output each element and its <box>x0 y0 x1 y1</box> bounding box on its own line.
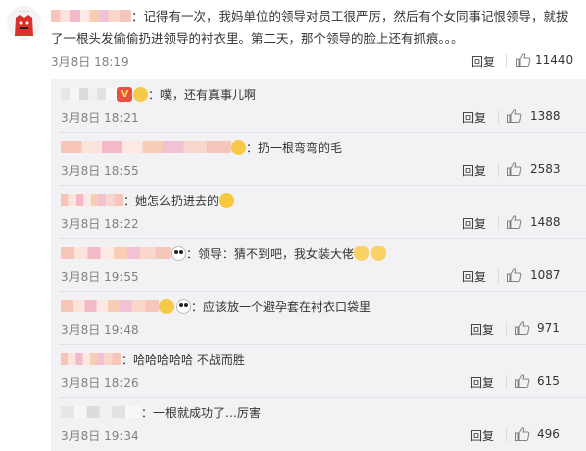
reply-button[interactable]: 回复 <box>462 109 486 126</box>
sub-comment-time: 3月8日 18:26 <box>61 376 139 390</box>
divider <box>506 375 507 389</box>
smile-emoji-icon <box>159 299 174 314</box>
main-comment-time: 3月8日 18:19 <box>51 55 129 69</box>
like-count: 496 <box>537 427 560 441</box>
like-count: 1488 <box>530 215 561 229</box>
sub-comment-line: ：应该放一个避孕套在衬衣口袋里 <box>61 297 371 317</box>
divider <box>506 322 507 336</box>
reply-button[interactable]: 回复 <box>462 268 486 285</box>
sub-comment: ：领导：猜不到吧，我女装大佬 3月8日 19:55 回复 1087 <box>51 238 586 291</box>
username-blurred[interactable] <box>61 194 123 206</box>
sub-comment-text: ：扔一根弯弯的毛 <box>246 141 343 155</box>
divider <box>506 428 507 442</box>
thumbs-up-icon[interactable] <box>514 426 530 442</box>
like-count: 615 <box>537 374 560 388</box>
thumbs-up-icon[interactable] <box>514 320 530 336</box>
sub-comment-time: 3月8日 18:55 <box>61 164 139 178</box>
laughing-emoji-icon <box>219 193 235 208</box>
sub-comment-line: ：一根就成功了…厉害 <box>61 403 261 423</box>
sub-comment: ：应该放一个避孕套在衬衣口袋里 3月8日 19:48 回复 971 <box>51 291 586 344</box>
sub-comment-line: ：噗，还有真事儿啊 <box>61 85 256 105</box>
thumbs-up-icon[interactable] <box>515 52 531 68</box>
sub-comment-text: ：一根就成功了…厉害 <box>141 406 262 420</box>
username-blurred[interactable] <box>61 406 141 418</box>
panda-emoji-icon <box>171 246 186 261</box>
reply-button[interactable]: 回复 <box>462 162 486 179</box>
reply-button[interactable]: 回复 <box>470 427 494 444</box>
sub-comment: ：扔一根弯弯的毛 3月8日 18:55 回复 2583 <box>51 132 586 185</box>
thumbs-up-icon[interactable] <box>506 214 522 230</box>
vip-badge-icon <box>117 87 132 102</box>
sub-comment-time: 3月8日 18:21 <box>61 111 139 125</box>
divider <box>498 216 499 230</box>
username-blurred[interactable] <box>61 247 171 259</box>
main-comment-text: ：记得有一次，我妈单位的领导对员工很严厉，然后有个女同事记恨领导，就拔了一根头发… <box>51 6 579 50</box>
divider <box>498 110 499 124</box>
thumbs-up-icon[interactable] <box>506 161 522 177</box>
sub-comment: ：一根就成功了…厉害 3月8日 19:34 回复 496 <box>51 397 586 450</box>
sub-comment-text: ：她怎么扔进去的 <box>123 194 220 208</box>
main-reply-button[interactable]: 回复 <box>471 53 495 70</box>
sub-comment-text: ：应该放一个避孕套在衬衣口袋里 <box>191 300 372 314</box>
sub-comment: ：噗，还有真事儿啊 3月8日 18:21 回复 1388 <box>51 79 586 132</box>
username-blurred[interactable] <box>61 353 121 365</box>
svg-text:· ·· ·: · ·· · <box>20 9 28 14</box>
sub-comment-time: 3月8日 19:34 <box>61 429 139 443</box>
sub-comment-line: ：她怎么扔进去的 <box>61 191 235 211</box>
username-blurred[interactable] <box>61 141 231 153</box>
sub-comment-line: ：领导：猜不到吧，我女装大佬 <box>61 244 387 264</box>
sub-comment: ：哈哈哈哈哈 不战而胜 3月8日 18:26 回复 615 <box>51 344 586 397</box>
reply-button[interactable]: 回复 <box>470 321 494 338</box>
smile-emoji-icon <box>231 140 246 155</box>
main-like-count: 11440 <box>535 53 574 67</box>
sub-comment: ：她怎么扔进去的 3月8日 18:22 回复 1488 <box>51 185 586 238</box>
like-count: 971 <box>537 321 560 335</box>
sub-comment-line: ：哈哈哈哈哈 不战而胜 <box>61 350 245 370</box>
avatar[interactable]: · ·· · <box>7 6 41 40</box>
panda-emoji-icon <box>176 299 191 314</box>
divider <box>498 269 499 283</box>
like-count: 1388 <box>530 109 561 123</box>
smile-emoji-icon <box>133 87 148 102</box>
thumbs-up-icon[interactable] <box>506 108 522 124</box>
username-blurred[interactable] <box>61 88 117 100</box>
sub-comment-text: ：噗，还有真事儿啊 <box>148 88 257 102</box>
like-count: 1087 <box>530 268 561 282</box>
cat-emoji-icon <box>371 246 387 261</box>
username-blurred[interactable] <box>61 300 159 312</box>
sub-comment-text: ：领导：猜不到吧，我女装大佬 <box>186 247 355 261</box>
sub-comment-text: ：哈哈哈哈哈 不战而胜 <box>121 353 245 367</box>
sub-comment-time: 3月8日 19:48 <box>61 323 139 337</box>
sub-comment-time: 3月8日 18:22 <box>61 217 139 231</box>
reply-button[interactable]: 回复 <box>470 374 494 391</box>
avatar-image: · ·· · <box>7 6 41 40</box>
reply-button[interactable]: 回复 <box>462 215 486 232</box>
username-blurred[interactable] <box>51 10 131 22</box>
sub-comment-time: 3月8日 19:55 <box>61 270 139 284</box>
divider <box>498 163 499 177</box>
cat-emoji-icon <box>354 246 370 261</box>
sub-comment-line: ：扔一根弯弯的毛 <box>61 138 342 158</box>
thumbs-up-icon[interactable] <box>514 373 530 389</box>
like-count: 2583 <box>530 162 561 176</box>
thumbs-up-icon[interactable] <box>506 267 522 283</box>
sub-comments-panel: ：噗，还有真事儿啊 3月8日 18:21 回复 1388 ：扔一根弯弯的毛 3月… <box>51 79 586 451</box>
divider <box>506 54 507 68</box>
